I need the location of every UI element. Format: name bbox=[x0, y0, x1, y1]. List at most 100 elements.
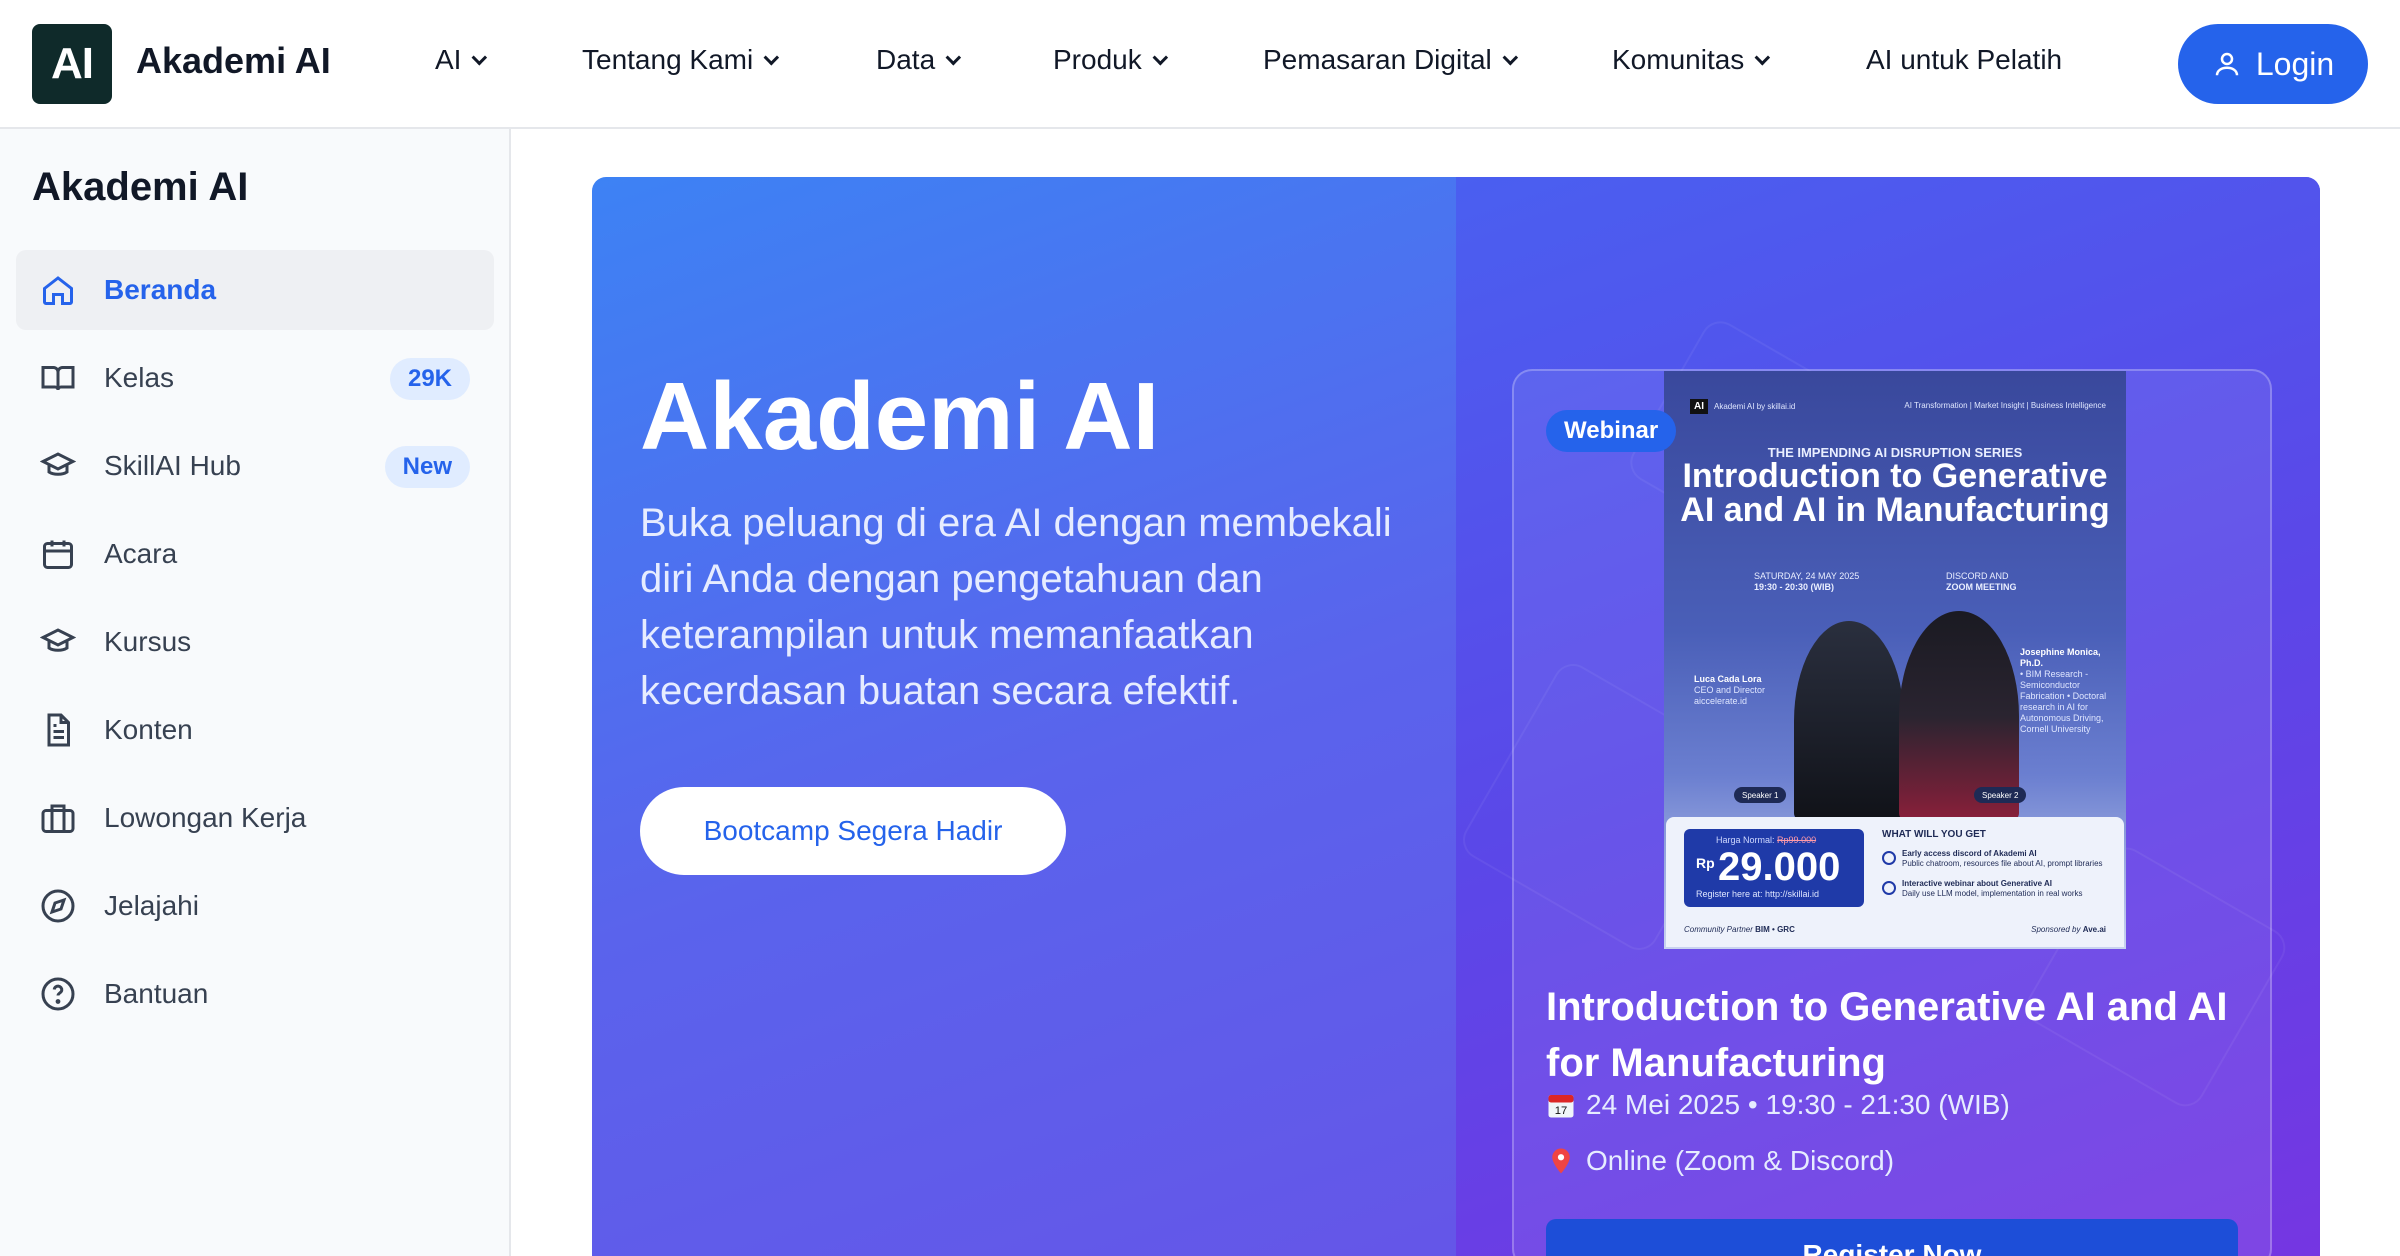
hero-title: Akademi AI bbox=[640, 363, 1160, 470]
nav-ai-untuk-pelatih[interactable]: AI untuk Pelatih bbox=[1866, 44, 2062, 76]
speaker1-tag: Speaker 1 bbox=[1734, 787, 1787, 803]
sidebar-item-bantuan[interactable]: Bantuan bbox=[16, 954, 494, 1034]
svg-text:17: 17 bbox=[1555, 1105, 1568, 1117]
login-button[interactable]: Login bbox=[2178, 24, 2368, 104]
nav-ai[interactable]: AI bbox=[435, 44, 488, 76]
sidebar-item-label: Acara bbox=[104, 538, 178, 569]
user-icon bbox=[2215, 52, 2239, 76]
sponsor-label: Sponsored by bbox=[2031, 925, 2081, 934]
benefit-title: Interactive webinar about Generative AI bbox=[1902, 879, 2052, 888]
calendar-icon bbox=[43, 540, 73, 569]
sidebar-item-label: Konten bbox=[104, 714, 193, 745]
webinar-badge: Webinar bbox=[1546, 410, 1677, 452]
event-date-text: 24 Mei 2025 • 19:30 - 21:30 (WIB) bbox=[1586, 1089, 2010, 1120]
poster-title: Introduction to Generative AI and AI in … bbox=[1680, 457, 2110, 529]
chevron-down-icon bbox=[472, 49, 488, 65]
graduation-cap-icon bbox=[40, 628, 76, 652]
sidebar-item-konten[interactable]: Konten bbox=[16, 690, 494, 770]
speaker2-role: • BIM Research - Semiconductor Fabricati… bbox=[2020, 669, 2107, 734]
event-poster[interactable]: AI Akademi AI by skillai.id AI Transforma… bbox=[1664, 371, 2126, 949]
bootcamp-button[interactable]: Bootcamp Segera Hadir bbox=[640, 787, 1066, 875]
community-partners: Community Partner BIM • GRC bbox=[1684, 925, 1795, 934]
event-date: 17 24 Mei 2025 • 19:30 - 21:30 (WIB) bbox=[1546, 1089, 2010, 1121]
document-icon bbox=[47, 713, 70, 747]
sidebar-item-jelajahi[interactable]: Jelajahi bbox=[16, 866, 494, 946]
sidebar-item-kursus[interactable]: Kursus bbox=[16, 602, 494, 682]
nav-label: Produk bbox=[1053, 44, 1142, 75]
sponsor: Sponsored by Ave.ai bbox=[2031, 925, 2106, 934]
nav-produk[interactable]: Produk bbox=[1053, 44, 1168, 76]
top-navbar: AI Akademi AI AI Tentang Kami Data Produ… bbox=[0, 0, 2400, 129]
hero-subtitle: Buka peluang di era AI dengan membekali … bbox=[640, 501, 1392, 713]
community-label: Community Partner bbox=[1684, 925, 1753, 934]
benefit-icon bbox=[1882, 851, 1896, 865]
nav-label: AI bbox=[435, 44, 462, 75]
hero-banner: Akademi AI Buka peluang di era AI dengan… bbox=[592, 177, 2320, 1256]
brand-name[interactable]: Akademi AI bbox=[136, 40, 331, 82]
chevron-down-icon bbox=[1152, 49, 1168, 65]
nav-komunitas[interactable]: Komunitas bbox=[1612, 44, 1771, 76]
nav-label: Pemasaran Digital bbox=[1263, 44, 1492, 75]
normal-price-value: Rp99.000 bbox=[1777, 835, 1817, 845]
sidebar-item-label: SkillAI Hub bbox=[104, 450, 241, 481]
calendar-icon: 17 bbox=[1548, 1095, 1574, 1118]
event-location: Online (Zoom & Discord) bbox=[1546, 1145, 1894, 1177]
benefit-title: Early access discord of Akademi AI bbox=[1902, 849, 2037, 858]
help-circle-icon bbox=[41, 977, 75, 1011]
nav-data[interactable]: Data bbox=[876, 44, 962, 76]
poster-org: AI Akademi AI by skillai.id bbox=[1690, 399, 1796, 414]
nav-pemasaran-digital[interactable]: Pemasaran Digital bbox=[1263, 44, 1518, 76]
nav-label: Komunitas bbox=[1612, 44, 1745, 75]
brand-logo[interactable]: AI bbox=[32, 24, 112, 104]
poster-price-panel: Harga Normal: Rp99.000 Rp 29.000 Registe… bbox=[1666, 817, 2124, 947]
poster-date-line: SATURDAY, 24 MAY 2025 bbox=[1754, 571, 1860, 581]
benefit-desc: Public chatroom, resources file about AI… bbox=[1902, 859, 2103, 868]
speaker2-tag: Speaker 2 bbox=[1974, 787, 2027, 803]
sidebar-item-label: Jelajahi bbox=[104, 890, 199, 921]
partner-logos: BIM • GRC bbox=[1755, 925, 1795, 934]
pin-icon bbox=[1552, 1148, 1570, 1174]
sidebar-item-label: Kursus bbox=[104, 626, 192, 657]
speaker1-photo bbox=[1794, 621, 1904, 821]
compass-icon bbox=[41, 889, 75, 923]
sidebar-item-kelas[interactable]: Kelas 29K bbox=[16, 338, 494, 418]
login-label: Login bbox=[2255, 45, 2335, 82]
chevron-down-icon bbox=[763, 49, 780, 65]
event-card[interactable]: Webinar AI Akademi AI by skillai.id AI Tr… bbox=[1512, 369, 2272, 1256]
poster-header: AI Akademi AI by skillai.id AI Transforma… bbox=[1690, 399, 2106, 414]
poster-venue: DISCORD AND ZOOM MEETING bbox=[1946, 571, 2017, 593]
nav-tentang-kami[interactable]: Tentang Kami bbox=[582, 44, 780, 76]
nav-label: Data bbox=[876, 44, 936, 75]
price-box: Harga Normal: Rp99.000 Rp 29.000 Registe… bbox=[1684, 829, 1864, 907]
poster-partners: Community Partner BIM • GRC Sponsored by… bbox=[1684, 925, 2106, 934]
count-badge: 29K bbox=[389, 358, 470, 400]
nav-label: Tentang Kami bbox=[582, 44, 754, 75]
sidebar-item-label: Lowongan Kerja bbox=[104, 802, 307, 833]
poster-org-text: Akademi AI by skillai.id bbox=[1714, 402, 1796, 411]
register-now-button[interactable]: Register Now bbox=[1546, 1219, 2238, 1256]
sidebar-item-acara[interactable]: Acara bbox=[16, 514, 494, 594]
speaker1-name: Luca Cada Lora bbox=[1694, 674, 1762, 684]
sidebar-item-label: Beranda bbox=[104, 274, 217, 305]
event-location-text: Online (Zoom & Discord) bbox=[1586, 1145, 1895, 1176]
sidebar-item-skillai-hub[interactable]: SkillAI Hub New bbox=[16, 426, 494, 506]
graduation-cap-icon bbox=[40, 452, 76, 476]
benefits-title: WHAT WILL YOU GET bbox=[1882, 829, 1986, 840]
event-title[interactable]: Introduction to Generative AI and AI for… bbox=[1546, 979, 2246, 1091]
sidebar-item-lowongan-kerja[interactable]: Lowongan Kerja bbox=[16, 778, 494, 858]
sidebar-title: Akademi AI bbox=[32, 165, 249, 209]
normal-price-label: Harga Normal: bbox=[1716, 835, 1775, 845]
poster-tagline: AI Transformation | Market Insight | Bus… bbox=[1904, 401, 2106, 410]
benefit-item: Early access discord of Akademi AI Public… bbox=[1882, 849, 2106, 869]
speaker2-name: Josephine Monica, Ph.D. bbox=[2020, 647, 2101, 668]
poster-venue-line: DISCORD AND bbox=[1946, 571, 2009, 581]
chevron-down-icon bbox=[945, 49, 962, 65]
speaker1-role: CEO and Director aiccelerate.id bbox=[1694, 685, 1766, 706]
sidebar-item-beranda[interactable]: Beranda bbox=[16, 250, 494, 330]
new-badge: New bbox=[384, 446, 470, 488]
price-currency: Rp bbox=[1696, 855, 1715, 871]
normal-price: Harga Normal: Rp99.000 bbox=[1716, 835, 1816, 845]
benefit-item: Interactive webinar about Generative AI D… bbox=[1882, 879, 2106, 899]
register-url: Register here at: http://skillai.id bbox=[1696, 889, 1820, 899]
sidebar-item-label: Kelas bbox=[104, 362, 175, 393]
